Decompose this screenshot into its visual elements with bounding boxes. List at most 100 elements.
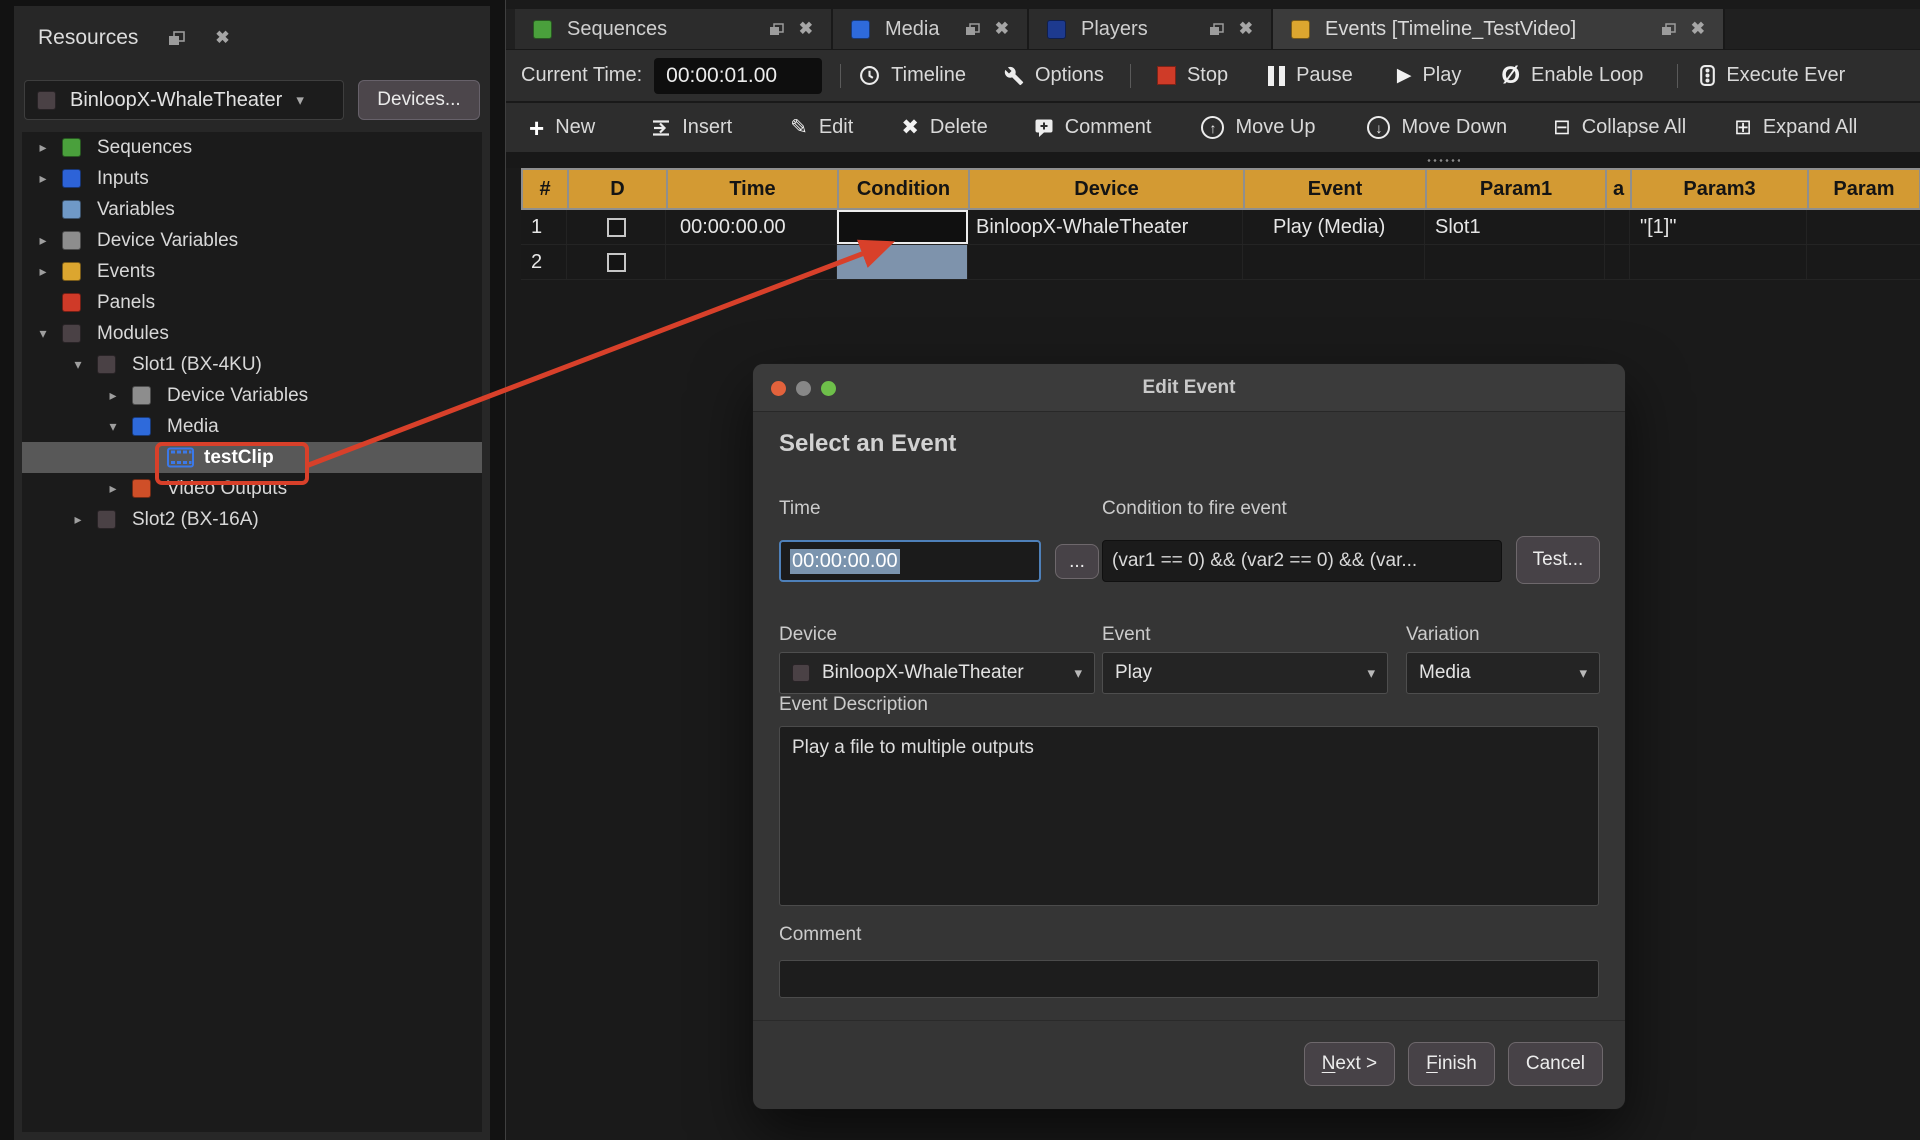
current-time-field[interactable]: 00:00:01.00 [654,58,822,94]
cell-param2[interactable] [1605,245,1630,279]
cell-time[interactable]: 00:00:00.00 [666,210,837,244]
float-tab-icon[interactable] [965,23,980,36]
tree-item-events[interactable]: ▸ Events [22,256,482,287]
col-header-param1[interactable]: Param1 [1427,170,1607,208]
float-tab-icon[interactable] [1661,23,1676,36]
close-tab-icon[interactable]: ✖ [1239,19,1253,39]
col-header-num[interactable]: # [523,170,569,208]
tree-item-slot1-device-variables[interactable]: ▸ Device Variables [22,380,482,411]
tree-item-panels[interactable]: Panels [22,287,482,318]
test-button[interactable]: Test... [1516,536,1600,584]
chevron-right-icon[interactable]: ▸ [36,139,50,156]
delete-button[interactable]: ✖ Delete [901,115,987,140]
cell-condition-highlighted[interactable] [837,245,968,279]
stop-button[interactable]: Stop [1157,64,1228,87]
cell-param1[interactable] [1425,245,1605,279]
col-header-d[interactable]: D [569,170,668,208]
pause-button[interactable]: Pause [1268,64,1353,87]
cell-device[interactable] [968,245,1243,279]
condition-input[interactable]: (var1 == 0) && (var2 == 0) && (var... [1102,540,1502,582]
cell-event[interactable]: Play (Media) [1243,210,1425,244]
col-header-device[interactable]: Device [970,170,1245,208]
col-header-event[interactable]: Event [1245,170,1427,208]
insert-button[interactable]: Insert [651,116,732,139]
col-header-param3[interactable]: Param3 [1632,170,1809,208]
enable-loop-button[interactable]: Ø Enable Loop [1501,62,1643,90]
tree-item-slot2[interactable]: ▸ Slot2 (BX-16A) [22,504,482,535]
cancel-button[interactable]: Cancel [1508,1042,1603,1086]
cell-time[interactable] [666,245,837,279]
comment-input[interactable] [779,960,1599,998]
dialog-titlebar[interactable]: Edit Event [753,364,1625,412]
options-button[interactable]: Options [1004,64,1104,87]
cell-condition-selected[interactable] [837,210,968,244]
new-button[interactable]: + New [529,116,595,139]
row-checkbox[interactable] [607,253,626,272]
edit-button[interactable]: ✎ Edit [790,115,853,140]
move-down-button[interactable]: ↓ Move Down [1367,116,1507,139]
close-panel-icon[interactable]: ✖ [215,28,229,48]
chevron-right-icon[interactable]: ▸ [106,387,120,404]
comment-button[interactable]: Comment [1034,116,1152,139]
tree-item-testclip[interactable]: testClip [22,442,482,473]
finish-button[interactable]: Finish [1408,1042,1495,1086]
tree-item-inputs[interactable]: ▸ Inputs [22,163,482,194]
cell-num[interactable]: 1 [521,210,567,244]
time-browse-button[interactable]: ... [1055,544,1099,579]
chevron-right-icon[interactable]: ▸ [36,232,50,249]
next-button[interactable]: Next > [1304,1042,1395,1086]
cell-num[interactable]: 2 [521,245,567,279]
cell-param1[interactable]: Slot1 [1425,210,1605,244]
cell-param3[interactable] [1630,245,1807,279]
float-tab-icon[interactable] [1209,23,1224,36]
chevron-right-icon[interactable]: ▸ [106,480,120,497]
col-header-condition[interactable]: Condition [839,170,970,208]
variation-dropdown[interactable]: Media ▾ [1406,652,1600,694]
tab-players[interactable]: Players ✖ [1029,9,1273,49]
close-tab-icon[interactable]: ✖ [799,19,813,39]
device-dropdown[interactable]: BinloopX-WhaleTheater ▾ [779,652,1095,694]
chevron-down-icon[interactable]: ▾ [106,418,120,435]
timeline-button[interactable]: Timeline [859,64,966,87]
device-selector[interactable]: BinloopX-WhaleTheater ▾ [24,80,344,120]
chevron-right-icon[interactable]: ▸ [36,263,50,280]
cell-param4[interactable] [1807,245,1920,279]
cell-device[interactable]: BinloopX-WhaleTheater [968,210,1243,244]
tree-item-video-outputs[interactable]: ▸ Video Outputs [22,473,482,504]
col-header-param2[interactable]: a [1607,170,1632,208]
cell-param4[interactable] [1807,210,1920,244]
event-dropdown[interactable]: Play ▾ [1102,652,1388,694]
tree-item-slot1[interactable]: ▾ Slot1 (BX-4KU) [22,349,482,380]
row-checkbox[interactable] [607,218,626,237]
tree-item-modules[interactable]: ▾ Modules [22,318,482,349]
collapse-all-button[interactable]: ⊟ Collapse All [1553,115,1686,140]
devices-button[interactable]: Devices... [358,80,480,120]
tree-item-sequences[interactable]: ▸ Sequences [22,132,482,163]
minimize-window-icon[interactable] [796,381,811,396]
expand-all-button[interactable]: ⊞ Expand All [1734,115,1857,140]
chevron-right-icon[interactable]: ▸ [36,170,50,187]
col-header-param4[interactable]: Param [1809,170,1919,208]
zoom-window-icon[interactable] [821,381,836,396]
chevron-right-icon[interactable]: ▸ [71,511,85,528]
col-header-time[interactable]: Time [668,170,839,208]
tree-item-variables[interactable]: Variables [22,194,482,225]
tree-item-device-variables[interactable]: ▸ Device Variables [22,225,482,256]
tab-sequences[interactable]: Sequences ✖ [515,9,833,49]
close-tab-icon[interactable]: ✖ [1691,19,1705,39]
move-up-button[interactable]: ↑ Move Up [1201,116,1315,139]
cell-param2[interactable] [1605,210,1630,244]
float-panel-icon[interactable] [168,31,185,46]
chevron-down-icon[interactable]: ▾ [36,325,50,342]
cell-event[interactable] [1243,245,1425,279]
float-tab-icon[interactable] [769,23,784,36]
tab-media[interactable]: Media ✖ [833,9,1029,49]
tab-events-timeline[interactable]: Events [Timeline_TestVideo] ✖ [1273,9,1725,49]
execute-event-button[interactable]: Execute Ever [1700,64,1845,87]
chevron-down-icon[interactable]: ▾ [71,356,85,373]
play-button[interactable]: ▶ Play [1397,64,1462,87]
cell-param3[interactable]: "[1]" [1630,210,1807,244]
close-tab-icon[interactable]: ✖ [995,19,1009,39]
time-input[interactable]: 00:00:00.00 [779,540,1041,582]
tree-item-media[interactable]: ▾ Media [22,411,482,442]
